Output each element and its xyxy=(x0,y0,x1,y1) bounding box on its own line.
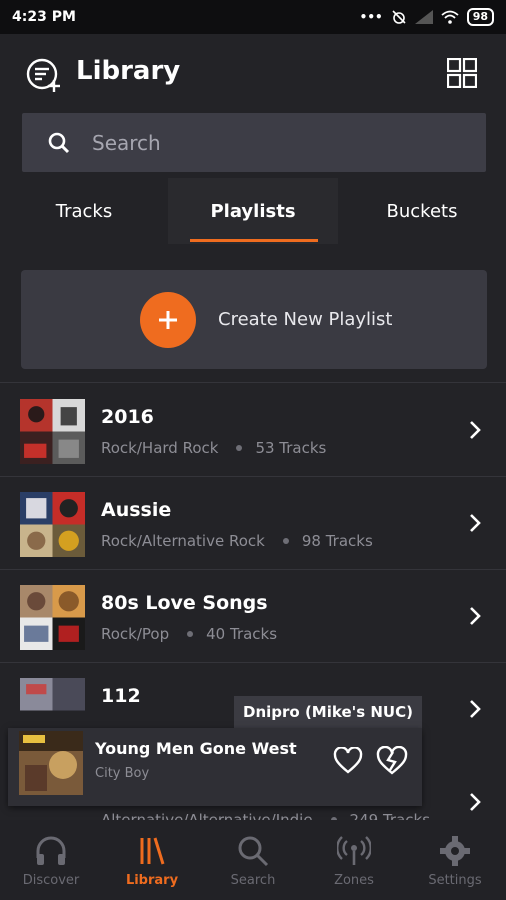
search-icon xyxy=(48,132,70,153)
nav-label: Zones xyxy=(334,873,374,888)
separator-dot xyxy=(282,538,289,544)
tab-buckets[interactable]: Buckets xyxy=(338,178,506,244)
heart-icon[interactable] xyxy=(333,747,363,775)
playlist-genre: Rock/Pop xyxy=(101,625,170,643)
playlist-cover-art xyxy=(20,492,85,557)
now-playing-artist: City Boy xyxy=(95,766,150,781)
chevron-right-icon xyxy=(470,793,481,811)
nav-label: Settings xyxy=(428,873,482,888)
bottom-navigation: Discover Library Search Zones Settings xyxy=(0,820,506,900)
create-playlist-button[interactable] xyxy=(140,292,196,348)
playlist-meta: Rock/Alternative Rock 98 Tracks xyxy=(101,532,373,550)
search-input[interactable]: Search xyxy=(22,113,486,172)
chevron-right-icon xyxy=(470,607,481,625)
gear-icon xyxy=(440,836,470,866)
playlist-cover-art xyxy=(20,585,85,650)
nav-label: Search xyxy=(230,873,276,888)
plus-icon xyxy=(159,311,177,329)
library-icon xyxy=(140,837,165,865)
playlist-row[interactable]: 80s Love Songs Rock/Pop 40 Tracks xyxy=(0,570,506,663)
headphones-icon xyxy=(36,836,66,865)
playlist-meta: Rock/Hard Rock 53 Tracks xyxy=(101,439,326,457)
chevron-right-icon xyxy=(470,700,481,718)
signal-icon xyxy=(414,10,433,24)
tab-tracks[interactable]: Tracks xyxy=(0,178,168,244)
library-queue-icon[interactable] xyxy=(26,58,62,92)
chevron-right-icon xyxy=(470,514,481,532)
tab-playlists[interactable]: Playlists xyxy=(168,178,338,244)
nav-settings[interactable]: Settings xyxy=(407,820,503,900)
playlist-name: 80s Love Songs xyxy=(101,592,268,614)
now-playing-title: Young Men Gone West xyxy=(95,739,297,758)
wifi-icon xyxy=(441,10,459,24)
nav-discover[interactable]: Discover xyxy=(3,820,99,900)
playlist-track-count: 53 Tracks xyxy=(255,439,327,457)
mini-player[interactable]: Young Men Gone West City Boy xyxy=(8,728,422,806)
playlist-genre: Rock/Alternative Rock xyxy=(101,532,265,550)
status-icons: ••• 98 xyxy=(360,8,494,26)
playlist-row[interactable]: 2016 Rock/Hard Rock 53 Tracks xyxy=(0,384,506,477)
chevron-right-icon xyxy=(470,421,481,439)
library-tabs: Tracks Playlists Buckets xyxy=(0,178,506,244)
alarm-off-icon xyxy=(392,10,406,24)
separator-dot xyxy=(236,445,243,451)
nav-label: Library xyxy=(125,873,179,888)
status-time: 4:23 PM xyxy=(12,9,76,25)
broken-heart-icon[interactable] xyxy=(376,746,408,776)
playlist-track-count: 98 Tracks xyxy=(301,532,373,550)
playlist-genre: Rock/Hard Rock xyxy=(101,439,219,457)
nav-label: Discover xyxy=(22,873,80,888)
broadcast-icon xyxy=(337,836,371,865)
playlist-name: 2016 xyxy=(101,406,154,428)
status-bar: 4:23 PM ••• 98 xyxy=(0,0,506,34)
zone-name-label[interactable]: Dnipro (Mike's NUC) xyxy=(234,696,422,728)
battery-indicator: 98 xyxy=(466,8,494,26)
active-tab-indicator xyxy=(190,239,318,242)
divider xyxy=(0,382,506,383)
playlist-name: Aussie xyxy=(101,499,172,521)
nav-search[interactable]: Search xyxy=(205,820,301,900)
playlist-row[interactable]: Aussie Rock/Alternative Rock 98 Tracks xyxy=(0,477,506,570)
separator-dot xyxy=(187,631,194,637)
search-icon xyxy=(238,836,269,867)
playlist-track-count: 40 Tracks xyxy=(206,625,278,643)
nav-zones[interactable]: Zones xyxy=(306,820,402,900)
playlist-name: 112 xyxy=(101,685,141,707)
playlist-cover-art xyxy=(20,399,85,464)
search-placeholder: Search xyxy=(92,130,161,155)
now-playing-cover-art xyxy=(19,731,83,795)
grid-icon[interactable] xyxy=(447,58,477,88)
nav-library[interactable]: Library xyxy=(104,820,200,900)
create-playlist-label: Create New Playlist xyxy=(218,309,393,330)
page-title: Library xyxy=(76,56,181,86)
notification-dots-icon: ••• xyxy=(359,10,383,24)
playlist-meta: Rock/Pop 40 Tracks xyxy=(101,625,277,643)
